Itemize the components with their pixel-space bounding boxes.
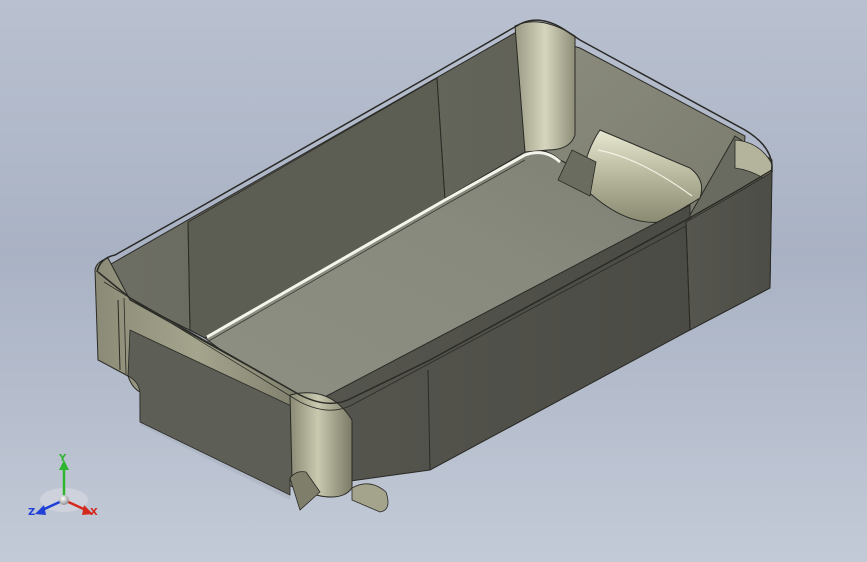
tray-model[interactable]: Y X Z: [0, 0, 867, 562]
tray-corner-foot: [351, 483, 389, 513]
triad-z-label: Z: [28, 507, 35, 518]
cad-viewport[interactable]: Y X Z: [0, 0, 867, 562]
coordinate-triad[interactable]: Y X Z: [28, 453, 98, 518]
triad-x-label: X: [90, 507, 98, 518]
tray-far-corner: [514, 21, 576, 153]
triad-origin-ball: [59, 495, 69, 505]
triad-y-label: Y: [58, 453, 67, 464]
